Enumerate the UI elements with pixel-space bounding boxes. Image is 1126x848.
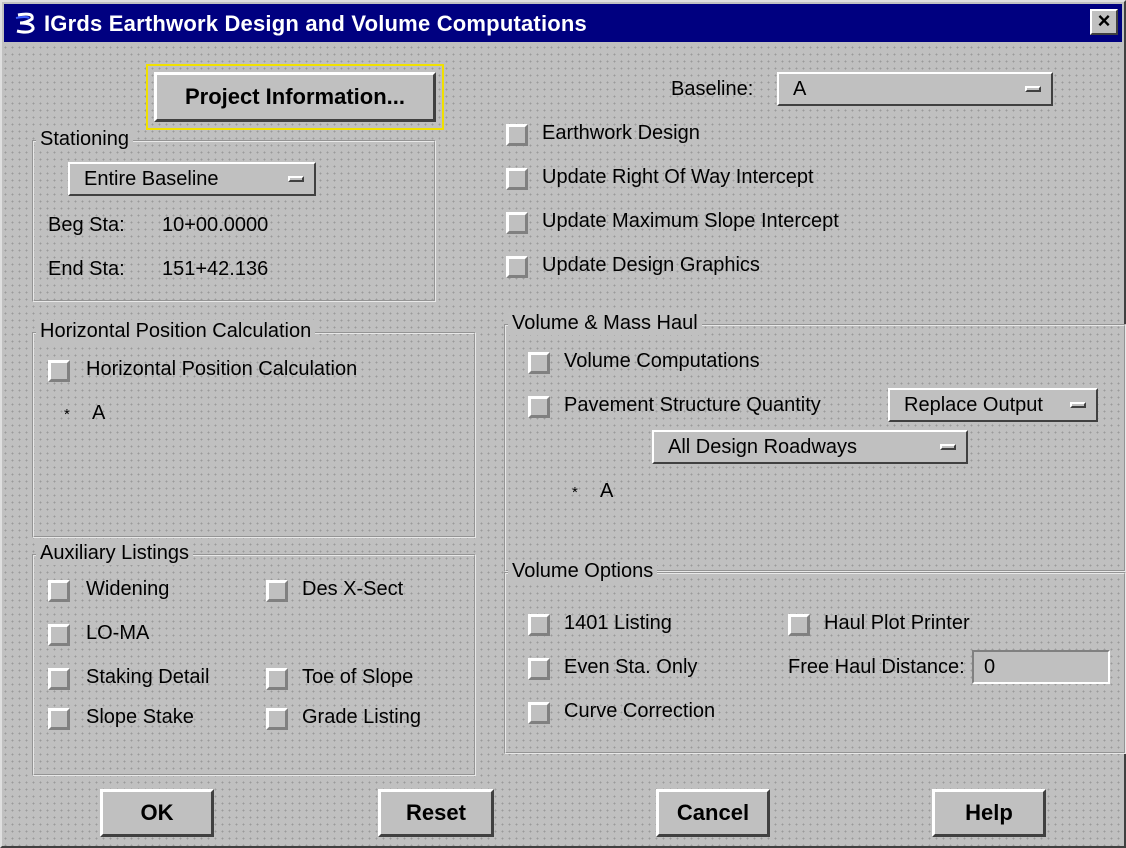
lo-ma-checkbox[interactable] [48, 624, 70, 646]
earthwork-design-checkbox[interactable] [506, 124, 528, 146]
slope-stake-checkbox[interactable] [48, 708, 70, 730]
haul-plot-printer-label: Haul Plot Printer [824, 612, 970, 634]
grade-listing-label: Grade Listing [302, 706, 421, 728]
des-xsect-label: Des X-Sect [302, 578, 404, 600]
output-mode-value: Replace Output [904, 394, 1043, 416]
cancel-label: Cancel [676, 800, 750, 825]
baseline-value: A [793, 78, 807, 100]
dropdown-indicator-icon [1025, 86, 1041, 92]
curve-correction-label: Curve Correction [564, 700, 716, 722]
roadway-list-marker: * [572, 484, 578, 501]
horizontal-position-legend: Horizontal Position Calculation [36, 320, 316, 343]
widening-checkbox[interactable] [48, 580, 70, 602]
design-roadways-select[interactable]: All Design Roadways [652, 430, 968, 464]
update-row-intercept-label: Update Right Of Way Intercept [542, 166, 814, 188]
volume-mass-haul-group: Volume & Mass Haul Volume Computations P… [504, 312, 1126, 572]
update-max-slope-intercept-label: Update Maximum Slope Intercept [542, 210, 839, 232]
1401-listing-checkbox[interactable] [528, 614, 550, 636]
dialog-client: Project Information... Baseline: A Stati… [4, 44, 1126, 844]
auxiliary-listings-group: Auxiliary Listings Widening Des X-Sect L… [32, 542, 476, 776]
earthwork-design-label: Earthwork Design [542, 122, 700, 144]
even-sta-only-label: Even Sta. Only [564, 656, 698, 678]
toe-of-slope-checkbox[interactable] [266, 668, 288, 690]
horizontal-position-checkbox[interactable] [48, 360, 70, 382]
volume-computations-label: Volume Computations [564, 350, 760, 372]
pavement-structure-checkbox[interactable] [528, 396, 550, 418]
free-haul-distance-label: Free Haul Distance: [788, 656, 965, 678]
igrds-app-icon [12, 10, 40, 36]
slope-stake-label: Slope Stake [86, 706, 194, 728]
close-icon: × [1097, 8, 1111, 33]
design-roadways-value: All Design Roadways [668, 436, 857, 458]
free-haul-distance-value: 0 [984, 656, 996, 678]
dropdown-indicator-icon [288, 176, 304, 182]
horizontal-list-marker: * [64, 406, 70, 423]
volume-options-group: Volume Options 1401 Listing Haul Plot Pr… [504, 560, 1126, 754]
horizontal-position-label: Horizontal Position Calculation [86, 358, 358, 380]
auxiliary-listings-legend: Auxiliary Listings [36, 542, 193, 565]
window-title: IGrds Earthwork Design and Volume Comput… [44, 11, 587, 36]
help-button[interactable]: Help [932, 789, 1046, 837]
staking-detail-label: Staking Detail [86, 666, 210, 688]
baseline-select[interactable]: A [777, 72, 1053, 106]
ok-button[interactable]: OK [100, 789, 214, 837]
title-bar: IGrds Earthwork Design and Volume Comput… [4, 4, 1122, 42]
horizontal-position-group: Horizontal Position Calculation Horizont… [32, 320, 476, 538]
stationing-group: Stationing Entire Baseline Beg Sta: 10+0… [32, 128, 436, 302]
update-design-graphics-checkbox[interactable] [506, 256, 528, 278]
end-sta-label: End Sta: [48, 258, 125, 280]
baseline-label: Baseline: [671, 78, 754, 100]
widening-label: Widening [86, 578, 170, 600]
dialog-window: IGrds Earthwork Design and Volume Comput… [0, 0, 1126, 848]
stationing-legend: Stationing [36, 128, 133, 151]
stationing-range-select[interactable]: Entire Baseline [68, 162, 316, 196]
even-sta-only-checkbox[interactable] [528, 658, 550, 680]
project-information-button[interactable]: Project Information... [154, 72, 436, 122]
volume-mass-haul-legend: Volume & Mass Haul [508, 312, 702, 335]
volume-options-legend: Volume Options [508, 560, 658, 583]
haul-plot-printer-checkbox[interactable] [788, 614, 810, 636]
beg-sta-value: 10+00.0000 [162, 214, 269, 236]
1401-listing-label: 1401 Listing [564, 612, 672, 634]
roadway-list-item[interactable]: A [600, 480, 613, 503]
dropdown-indicator-icon [1070, 402, 1086, 408]
beg-sta-label: Beg Sta: [48, 214, 125, 236]
reset-button[interactable]: Reset [378, 789, 494, 837]
horizontal-list-item[interactable]: A [92, 402, 105, 425]
update-max-slope-intercept-checkbox[interactable] [506, 212, 528, 234]
project-information-label: Project Information... [184, 84, 406, 109]
ok-label: OK [140, 800, 174, 825]
des-xsect-checkbox[interactable] [266, 580, 288, 602]
output-mode-select[interactable]: Replace Output [888, 388, 1098, 422]
update-design-graphics-label: Update Design Graphics [542, 254, 760, 276]
volume-computations-checkbox[interactable] [528, 352, 550, 374]
reset-label: Reset [406, 800, 466, 825]
lo-ma-label: LO-MA [86, 622, 150, 644]
end-sta-value: 151+42.136 [162, 258, 269, 280]
help-label: Help [965, 800, 1013, 825]
cancel-button[interactable]: Cancel [656, 789, 770, 837]
stationing-range-value: Entire Baseline [84, 168, 219, 190]
grade-listing-checkbox[interactable] [266, 708, 288, 730]
update-row-intercept-checkbox[interactable] [506, 168, 528, 190]
staking-detail-checkbox[interactable] [48, 668, 70, 690]
close-button[interactable]: × [1090, 9, 1118, 35]
toe-of-slope-label: Toe of Slope [302, 666, 414, 688]
dropdown-indicator-icon [940, 444, 956, 450]
free-haul-distance-input[interactable]: 0 [972, 650, 1110, 684]
curve-correction-checkbox[interactable] [528, 702, 550, 724]
pavement-structure-label: Pavement Structure Quantity [564, 394, 821, 416]
